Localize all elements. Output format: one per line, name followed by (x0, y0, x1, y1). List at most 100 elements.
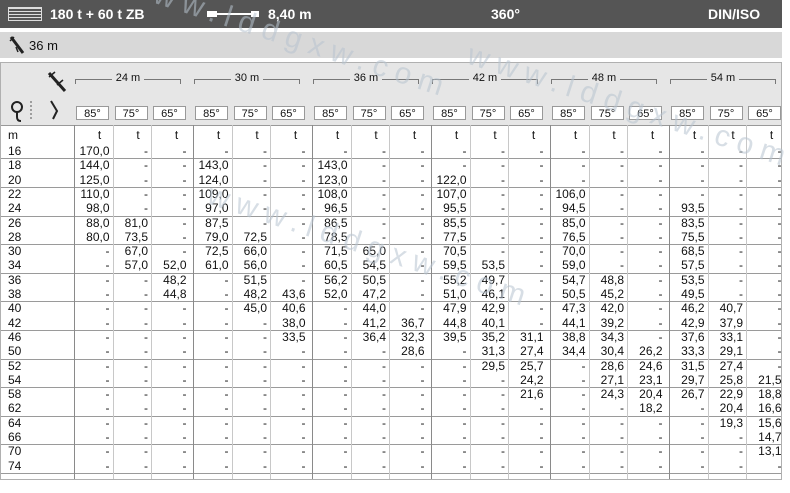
load-value: 87,5 (205, 215, 229, 230)
load-value: - (144, 444, 148, 459)
load-value: - (182, 430, 187, 444)
column-divider (112, 125, 114, 479)
load-value: - (620, 430, 624, 444)
load-value: 29,5 (481, 358, 505, 373)
load-value: - (301, 458, 306, 473)
load-value: 144,0 (79, 158, 110, 173)
load-value: 27,4 (520, 344, 544, 359)
load-value: 28,6 (600, 358, 624, 373)
load-value: - (620, 144, 624, 158)
load-value: - (182, 387, 187, 402)
angle-5: 65° (272, 106, 305, 120)
jib-length-24: 24 m (75, 72, 181, 84)
load-value: 27,4 (719, 358, 743, 373)
load-value: - (420, 401, 425, 416)
load-value: - (658, 301, 663, 316)
load-value: - (144, 301, 148, 316)
load-value: 24,3 (600, 387, 624, 402)
load-value: - (343, 458, 348, 473)
load-value: - (739, 229, 743, 244)
load-value: - (420, 215, 425, 230)
load-value: 26,2 (639, 344, 663, 359)
row-divider (1, 272, 781, 274)
load-value: - (739, 186, 743, 201)
load-value: - (620, 244, 624, 259)
load-value: - (263, 387, 267, 402)
load-value: 31,3 (481, 344, 505, 359)
radius-value: 58 (8, 387, 22, 402)
load-value: - (777, 458, 782, 473)
load-value: - (105, 329, 110, 344)
load-value: - (420, 244, 425, 259)
load-value: - (144, 329, 148, 344)
load-value: 46,2 (681, 301, 705, 316)
load-value: 61,0 (205, 258, 229, 273)
unit-cell: t (216, 128, 221, 142)
load-value: - (263, 458, 267, 473)
load-value: - (301, 372, 306, 387)
load-value: - (144, 287, 148, 301)
load-value: - (382, 201, 386, 216)
load-value: - (224, 301, 229, 316)
load-value: 52,0 (163, 258, 187, 273)
load-value: 123,0 (317, 172, 348, 187)
radius-unit: m (8, 128, 18, 142)
load-value: 124,0 (198, 172, 229, 187)
load-value: - (301, 158, 306, 173)
radius-value: 36 (8, 272, 22, 287)
load-value: - (700, 401, 705, 416)
load-value: - (263, 344, 267, 359)
load-value: - (105, 444, 110, 459)
load-value: - (224, 144, 229, 158)
load-value: - (420, 415, 425, 430)
load-value: - (105, 244, 110, 259)
load-value: - (382, 458, 386, 473)
column-divider (350, 125, 352, 479)
load-value: - (382, 444, 386, 459)
load-value: - (301, 344, 306, 359)
load-value: - (777, 244, 782, 259)
load-value: - (105, 301, 110, 316)
load-value: - (343, 144, 348, 158)
load-value: - (581, 158, 586, 173)
jib-icon (11, 71, 67, 122)
row-divider (1, 472, 781, 474)
load-value: - (182, 229, 187, 244)
load-value: 30,4 (600, 344, 624, 359)
load-value: 110,0 (80, 186, 110, 201)
load-value: 107,0 (436, 186, 467, 201)
column-divider (270, 125, 271, 479)
load-value: 83,5 (681, 215, 705, 230)
load-value: - (462, 458, 467, 473)
load-value: 53,5 (481, 258, 505, 273)
load-value: - (105, 344, 110, 359)
load-value: 96,5 (324, 201, 348, 216)
load-value: - (501, 229, 505, 244)
column-divider (508, 125, 509, 479)
load-value: - (420, 287, 425, 301)
load-value: - (301, 144, 306, 158)
column-divider (469, 125, 471, 479)
load-value: 59,5 (443, 258, 467, 273)
load-value: - (144, 144, 148, 158)
load-value: - (343, 301, 348, 316)
load-value: - (581, 415, 586, 430)
load-value: 81,0 (124, 215, 148, 230)
load-value: 80,0 (86, 229, 110, 244)
load-value: - (144, 430, 148, 444)
load-value: - (739, 258, 743, 273)
load-value: - (658, 415, 663, 430)
load-value: - (539, 272, 544, 287)
load-value: - (700, 144, 705, 158)
load-value: - (144, 358, 148, 373)
load-value: 16,6 (758, 401, 782, 416)
load-value: - (501, 372, 505, 387)
angle-9: 85° (433, 106, 466, 120)
load-value: - (420, 272, 425, 287)
load-value: - (263, 329, 267, 344)
load-value: - (105, 372, 110, 387)
load-value: 72,5 (205, 244, 229, 259)
load-value: - (105, 430, 110, 444)
radius-value: 22 (8, 186, 22, 201)
column-divider (588, 125, 590, 479)
